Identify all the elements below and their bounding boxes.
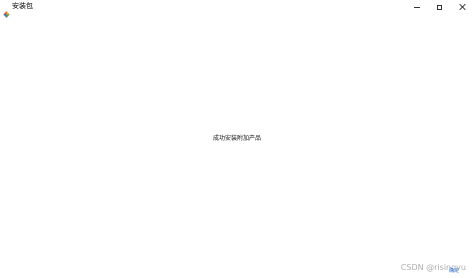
close-button[interactable] <box>450 0 474 14</box>
minimize-icon <box>414 6 420 8</box>
success-message: 成功安装附加产品 <box>212 135 261 142</box>
close-icon <box>458 3 466 11</box>
minimize-button[interactable] <box>405 0 429 14</box>
title-bar[interactable]: 安装包 <box>0 0 474 18</box>
maximize-icon <box>436 4 442 10</box>
window-title: 安装包 <box>12 2 33 10</box>
app-window: 安装包 成功安装附加产品 CSDN @risingyu 确定 <box>0 0 474 278</box>
maximize-button[interactable] <box>427 0 451 14</box>
ok-button[interactable]: 确定 <box>449 268 459 275</box>
app-icon <box>3 3 10 18</box>
